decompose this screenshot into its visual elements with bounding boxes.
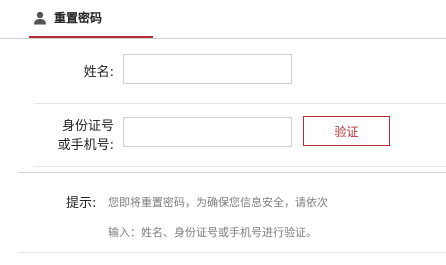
tips-text-line2: 输入：姓名、身份证号或手机号进行验证。 [108,226,317,239]
tips-text-line1: 您即将重置密码，为确保您信息安全，请依次 [108,196,328,209]
tips-divider [18,172,446,173]
page-title: 重置密码 [54,11,103,25]
page-header: 重置密码 [0,0,446,39]
id-label-line1: 身份证号 [61,119,114,134]
verify-button[interactable]: 验证 [303,116,390,146]
name-input[interactable] [123,54,292,84]
id-label-line2: 或手机号: [57,138,114,153]
bottom-divider [18,252,446,253]
name-label: 姓名: [83,65,114,80]
id-or-phone-input[interactable] [123,117,292,147]
form-divider [34,103,446,104]
form-divider [34,166,446,167]
tips-label: 提示: [66,196,97,211]
tab-reset-password[interactable]: 重置密码 [29,0,153,38]
user-icon [33,10,47,25]
